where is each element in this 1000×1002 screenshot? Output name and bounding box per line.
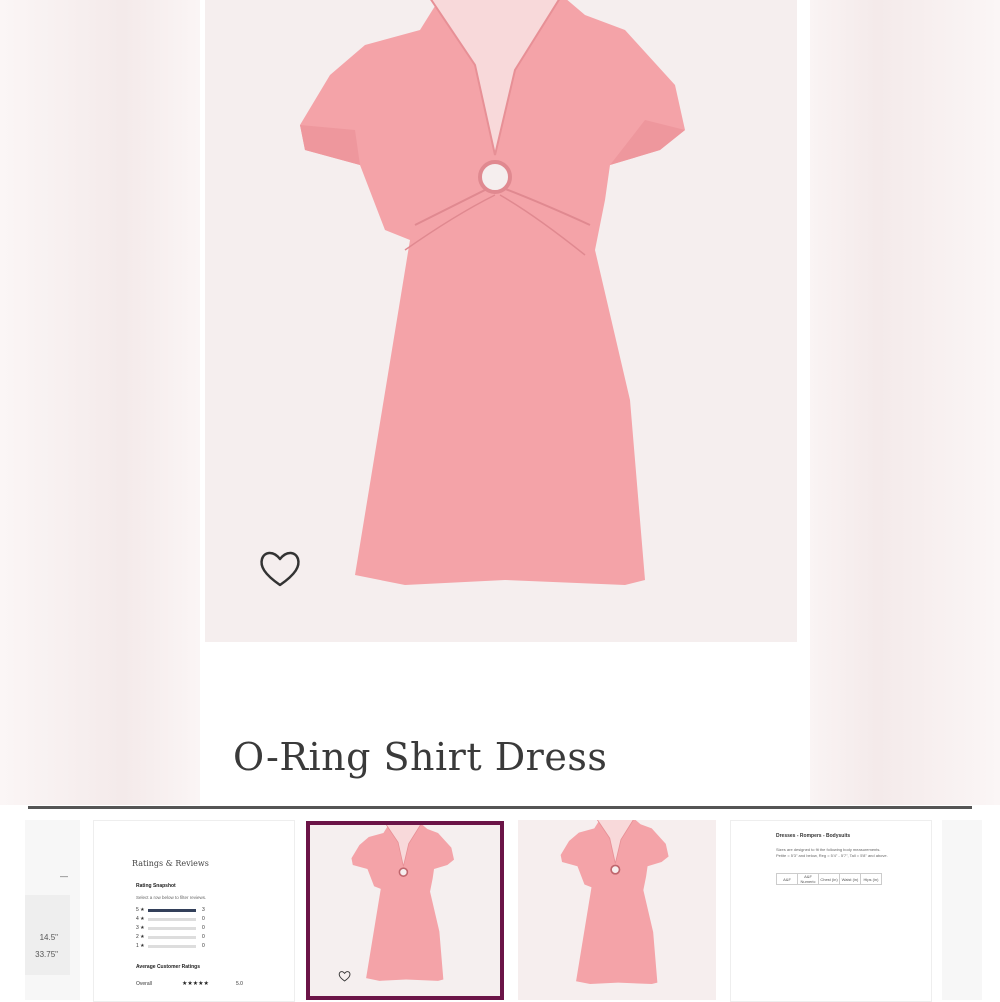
thumbnail-partial-right[interactable] xyxy=(942,820,982,1000)
size-chart-col: Chest (in) xyxy=(818,873,840,885)
rating-count: 0 xyxy=(202,925,205,931)
rating-row-label: 3 ★ xyxy=(136,925,145,931)
thumbnail-label: — xyxy=(60,872,68,881)
size-chart-description: Sizes are designed to fit the following … xyxy=(776,847,888,858)
rating-bar-fill xyxy=(148,909,196,912)
thumbnail-size-chart[interactable]: Dresses - Rompers - Bodysuits Sizes are … xyxy=(730,820,932,1002)
rating-row-label: 5 ★ xyxy=(136,907,145,913)
thumbnail-reviews[interactable]: Ratings & Reviews Rating Snapshot Select… xyxy=(93,820,295,1002)
size-chart-col: A&F xyxy=(776,873,798,885)
thumbnail-size-guide-partial[interactable]: — 14.5" 33.75" xyxy=(25,820,80,1000)
rating-count: 0 xyxy=(202,916,205,922)
rating-count: 3 xyxy=(202,907,205,913)
size-chart-header-row: A&F A&F Numeric Chest (in) Waist (in) Hi… xyxy=(776,873,882,885)
dress-sleeve-left xyxy=(300,125,360,165)
page-background-right xyxy=(795,0,1000,805)
thumbnail-photo-2[interactable] xyxy=(518,820,716,1000)
overall-label: Overall xyxy=(136,981,152,987)
rating-bar xyxy=(148,945,196,948)
rating-count: 0 xyxy=(202,934,205,940)
dress-illustration xyxy=(300,0,685,585)
rating-row[interactable]: 5 ★ 3 xyxy=(136,907,226,913)
thumbnail-label: 14.5" xyxy=(39,933,58,942)
wishlist-heart-icon[interactable] xyxy=(258,548,302,590)
rating-bar xyxy=(148,909,196,912)
rating-row[interactable]: 3 ★ 0 xyxy=(136,925,226,931)
o-ring xyxy=(478,160,512,194)
rating-bar xyxy=(148,936,196,939)
rating-bar xyxy=(148,927,196,930)
thumbnail-dress xyxy=(338,825,455,982)
reviews-heading: Ratings & Reviews xyxy=(132,859,209,868)
rating-row[interactable]: 2 ★ 0 xyxy=(136,934,226,940)
product-main-image[interactable] xyxy=(205,0,797,642)
rating-row[interactable]: 4 ★ 0 xyxy=(136,916,226,922)
overall-stars: ★★★★★ xyxy=(182,981,209,987)
overall-value: 5.0 xyxy=(236,981,243,987)
thumbnail-dress xyxy=(560,820,669,985)
size-chart-heading: Dresses - Rompers - Bodysuits xyxy=(776,833,851,839)
rating-row-label: 4 ★ xyxy=(136,916,145,922)
size-chart-table: A&F A&F Numeric Chest (in) Waist (in) Hi… xyxy=(776,873,882,885)
size-chart-col: Hips (in) xyxy=(860,873,882,885)
product-title: O-Ring Shirt Dress xyxy=(233,735,608,779)
size-chart-col: Waist (in) xyxy=(839,873,861,885)
average-ratings-heading: Average Customer Ratings xyxy=(136,964,200,970)
divider xyxy=(28,806,972,809)
thumbnail-label: 33.75" xyxy=(35,950,58,959)
rating-count: 0 xyxy=(202,943,205,949)
rating-bar xyxy=(148,918,196,921)
rating-row-label: 1 ★ xyxy=(136,943,145,949)
thumbnail-selected-photo[interactable] xyxy=(306,821,504,1000)
rating-row-label: 2 ★ xyxy=(136,934,145,940)
rating-row[interactable]: 1 ★ 0 xyxy=(136,943,226,949)
rating-snapshot-heading: Rating Snapshot xyxy=(136,883,176,889)
page-background-left xyxy=(0,0,205,805)
rating-filter-hint: Select a row below to filter reviews. xyxy=(136,895,207,900)
size-chart-col: A&F Numeric xyxy=(797,873,819,885)
